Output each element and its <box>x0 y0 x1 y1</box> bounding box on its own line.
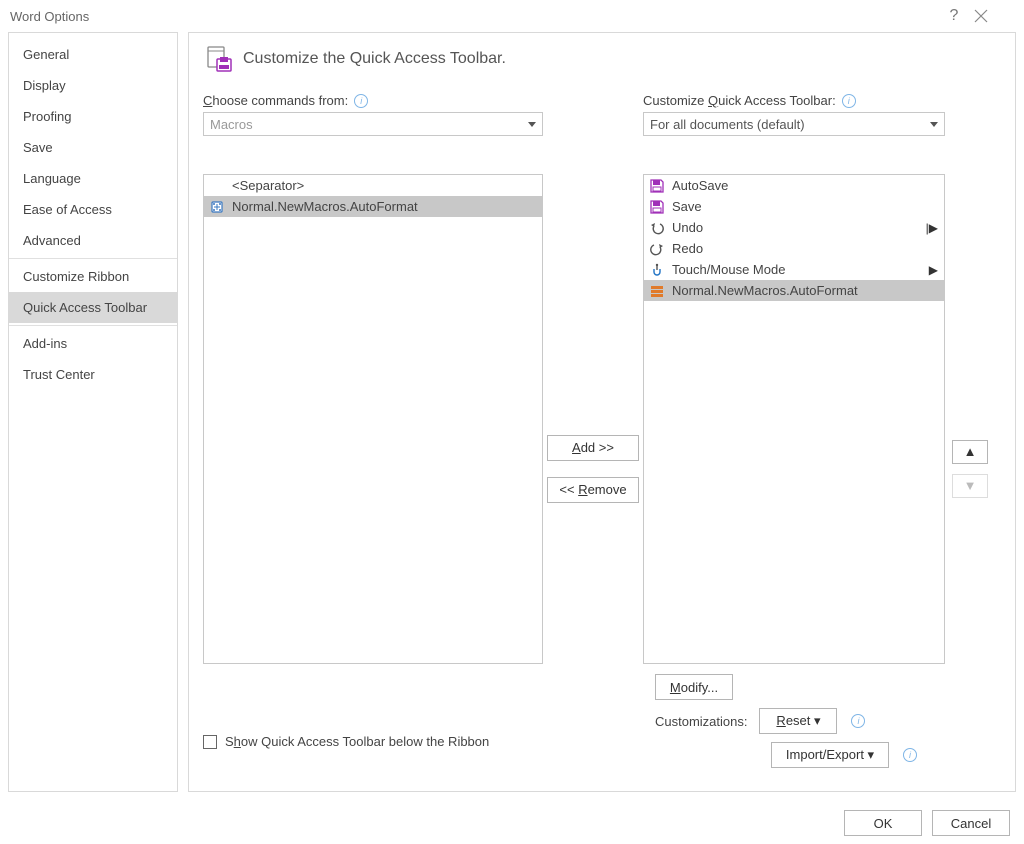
list-item-undo[interactable]: Undo |▶ <box>644 217 944 238</box>
commands-column: Choose commands from: i Macros <Separato… <box>203 93 543 664</box>
info-icon[interactable]: i <box>851 714 865 728</box>
qat-column: Customize Quick Access Toolbar: i For al… <box>643 93 945 664</box>
move-down-button[interactable]: ▼ <box>952 474 988 498</box>
macro-icon <box>208 198 226 216</box>
submenu-indicator-icon: ▶ <box>929 263 938 277</box>
touch-icon <box>648 261 666 279</box>
list-item-separator[interactable]: <Separator> <box>204 175 542 196</box>
sidebar-item-add-ins[interactable]: Add-ins <box>9 328 177 359</box>
panel-heading: Customize the Quick Access Toolbar. <box>243 50 506 68</box>
dropdown-value: For all documents (default) <box>650 117 805 132</box>
sidebar-item-language[interactable]: Language <box>9 163 177 194</box>
sidebar-item-customize-ribbon[interactable]: Customize Ribbon <box>9 261 177 292</box>
checkbox-box <box>203 735 217 749</box>
reset-button[interactable]: Reset ▾ <box>759 708 837 734</box>
split-indicator-icon: |▶ <box>926 221 938 235</box>
window-title: Word Options <box>10 9 934 24</box>
ok-button[interactable]: OK <box>844 810 922 836</box>
move-up-button[interactable]: ▲ <box>952 440 988 464</box>
checkbox-label: Show Quick Access Toolbar below the Ribb… <box>225 734 489 749</box>
chevron-down-icon <box>930 122 938 127</box>
list-item-autosave[interactable]: AutoSave <box>644 175 944 196</box>
list-item-touch-mouse[interactable]: Touch/Mouse Mode ▶ <box>644 259 944 280</box>
add-remove-column: Add >> << Remove <box>543 93 643 664</box>
add-button[interactable]: Add >> <box>547 435 639 461</box>
close-button[interactable] <box>974 9 1014 23</box>
import-export-button[interactable]: Import/Export ▾ <box>771 742 889 768</box>
sidebar-item-ease-of-access[interactable]: Ease of Access <box>9 194 177 225</box>
dialog-footer: OK Cancel <box>844 810 1010 836</box>
list-item-macro[interactable]: Normal.NewMacros.AutoFormat <box>644 280 944 301</box>
qat-heading-icon <box>203 43 235 75</box>
sidebar-item-display[interactable]: Display <box>9 70 177 101</box>
info-icon[interactable]: i <box>842 94 856 108</box>
titlebar: Word Options ? <box>0 0 1024 32</box>
qat-listbox[interactable]: AutoSave Save Undo |▶ <box>643 174 945 664</box>
help-button[interactable]: ? <box>934 7 974 25</box>
save-icon <box>648 198 666 216</box>
sidebar-separator <box>9 258 177 259</box>
main-panel: Customize the Quick Access Toolbar. Choo… <box>188 32 1016 792</box>
show-qat-below-ribbon-checkbox[interactable]: Show Quick Access Toolbar below the Ribb… <box>203 734 643 749</box>
info-icon[interactable]: i <box>354 94 368 108</box>
dropdown-value: Macros <box>210 117 253 132</box>
sidebar-item-proofing[interactable]: Proofing <box>9 101 177 132</box>
sidebar-item-quick-access-toolbar[interactable]: Quick Access Toolbar <box>9 292 177 323</box>
chevron-down-icon <box>528 122 536 127</box>
commands-listbox[interactable]: <Separator> Normal.NewMacros.AutoFormat <box>203 174 543 664</box>
remove-button[interactable]: << Remove <box>547 477 639 503</box>
cancel-button[interactable]: Cancel <box>932 810 1010 836</box>
word-options-dialog: Word Options ? General Display Proofing … <box>0 0 1024 844</box>
modify-button[interactable]: Modify... <box>655 674 733 700</box>
sidebar-item-save[interactable]: Save <box>9 132 177 163</box>
sidebar-item-general[interactable]: General <box>9 39 177 70</box>
redo-icon <box>648 240 666 258</box>
customize-qat-label: Customize Quick Access Toolbar: i <box>643 93 945 108</box>
category-sidebar: General Display Proofing Save Language E… <box>8 32 178 792</box>
choose-commands-label: Choose commands from: i <box>203 93 543 108</box>
list-item-save[interactable]: Save <box>644 196 944 217</box>
undo-icon <box>648 219 666 237</box>
choose-commands-dropdown[interactable]: Macros <box>203 112 543 136</box>
list-item-redo[interactable]: Redo <box>644 238 944 259</box>
sidebar-separator <box>9 325 177 326</box>
sidebar-item-advanced[interactable]: Advanced <box>9 225 177 256</box>
customize-qat-dropdown[interactable]: For all documents (default) <box>643 112 945 136</box>
sidebar-item-trust-center[interactable]: Trust Center <box>9 359 177 390</box>
reorder-column: ▲ ▼ <box>945 93 995 664</box>
macro-icon <box>648 282 666 300</box>
customizations-label: Customizations: <box>655 714 747 729</box>
list-item-macro[interactable]: Normal.NewMacros.AutoFormat <box>204 196 542 217</box>
save-icon <box>648 177 666 195</box>
info-icon[interactable]: i <box>903 748 917 762</box>
